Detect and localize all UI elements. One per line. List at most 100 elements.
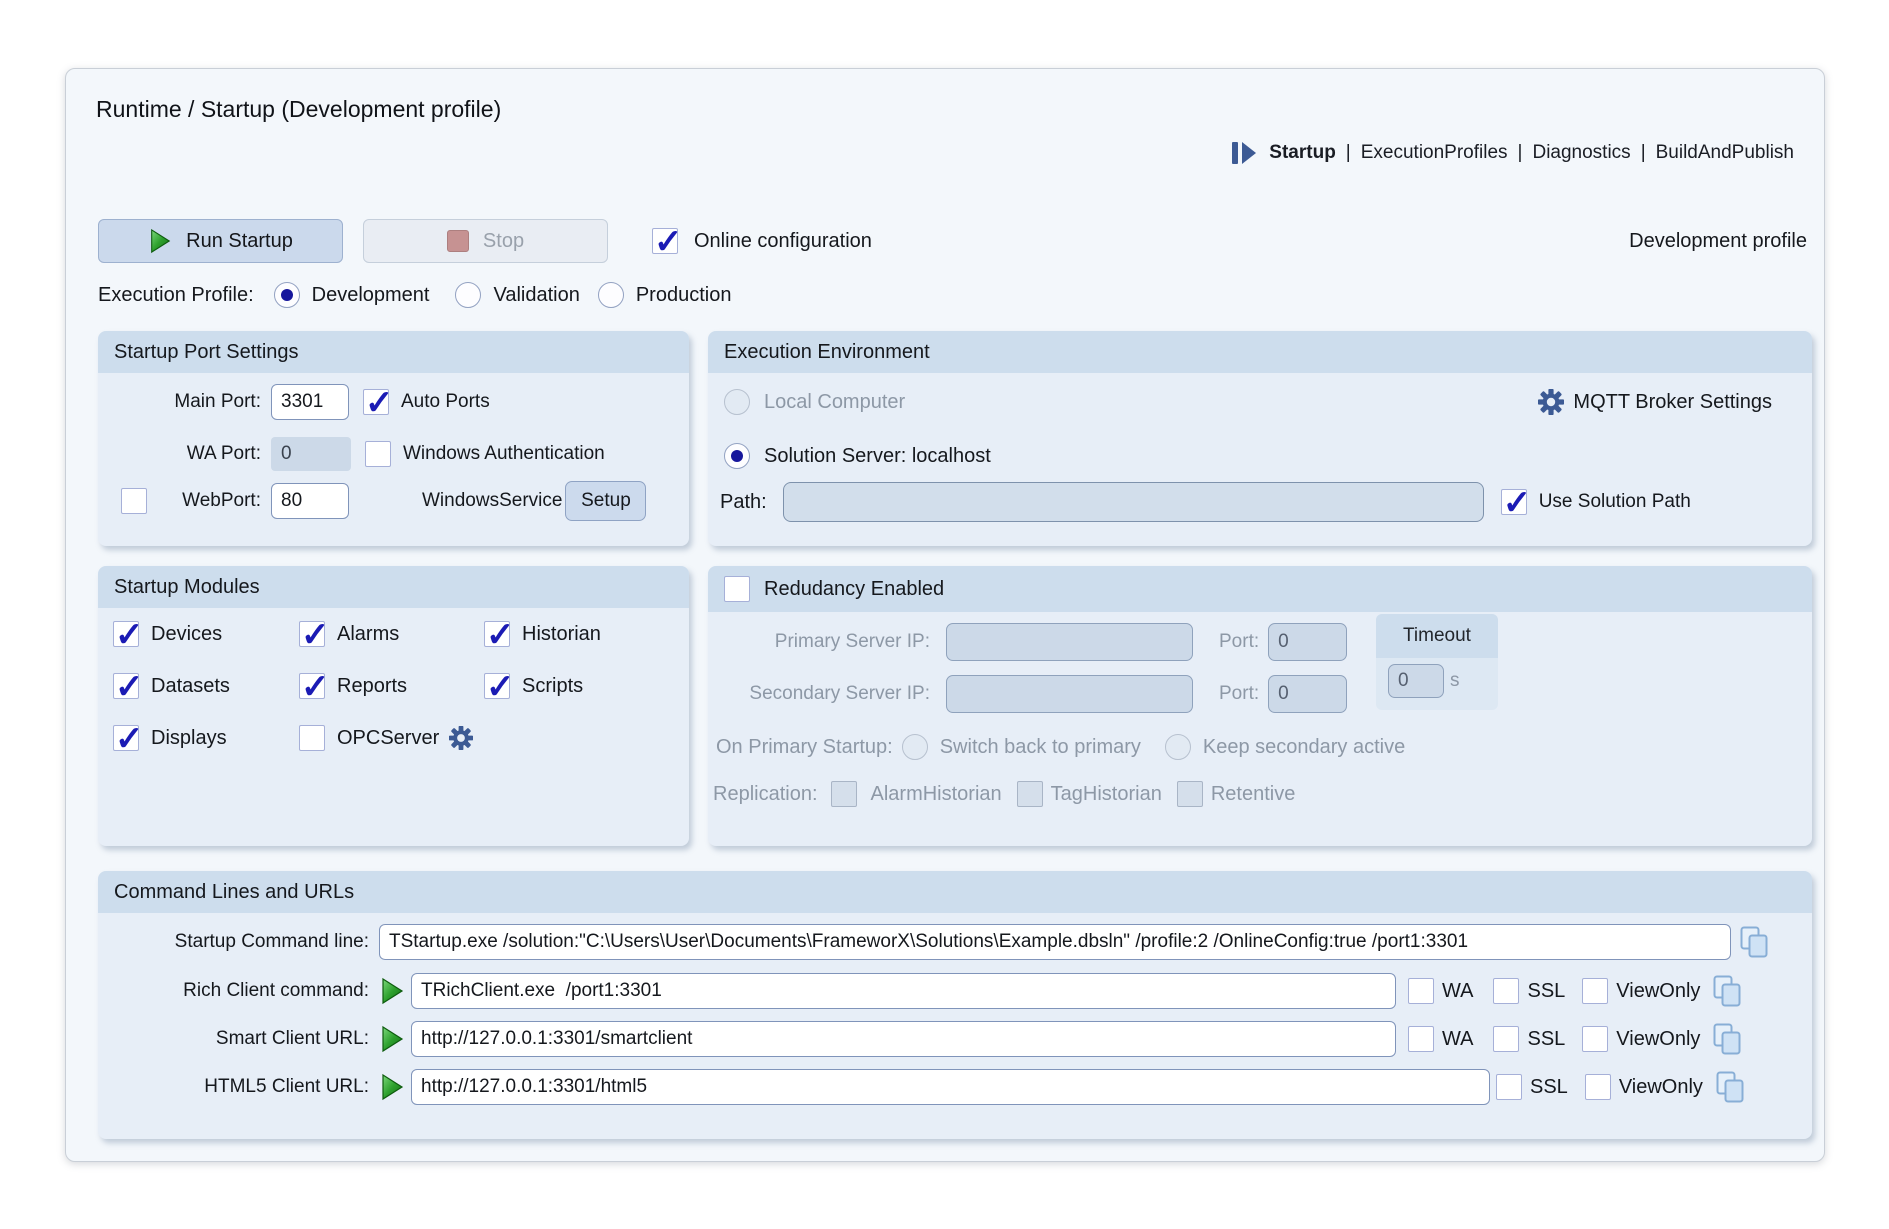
module-item: Displays — [113, 722, 227, 754]
copy-icon[interactable] — [1739, 926, 1769, 958]
secondary-server-ip-input — [946, 675, 1193, 713]
html5-client-input[interactable] — [411, 1069, 1490, 1105]
copy-icon[interactable] — [1715, 1071, 1745, 1103]
module-item: Devices — [113, 618, 222, 650]
redundancy-enabled-checkbox[interactable] — [724, 576, 750, 602]
wa-port-label: WA Port: — [98, 443, 261, 465]
toolbar: Run Startup Stop Online configuration — [98, 219, 872, 263]
taghistorian-label: TagHistorian — [1051, 783, 1162, 806]
gear-icon[interactable] — [449, 726, 473, 750]
wa-label: WA — [1442, 1028, 1473, 1051]
module-checkbox-scripts[interactable] — [484, 673, 510, 699]
primary-server-row: Primary Server IP: Port: — [708, 622, 1347, 662]
profile-option-production[interactable]: Production — [636, 284, 732, 307]
smart-client-wa-checkbox[interactable] — [1408, 1026, 1434, 1052]
module-checkbox-opcserver[interactable] — [299, 725, 325, 751]
gear-icon[interactable] — [1538, 389, 1564, 415]
module-label: OPCServer — [337, 727, 439, 750]
stop-button[interactable]: Stop — [363, 219, 608, 263]
smart-client-ssl-checkbox[interactable] — [1493, 1026, 1519, 1052]
keep-secondary-radio — [1165, 734, 1191, 760]
smart-client-viewonly-checkbox[interactable] — [1582, 1026, 1608, 1052]
html5-viewonly-checkbox[interactable] — [1585, 1074, 1611, 1100]
viewonly-label: ViewOnly — [1619, 1076, 1703, 1099]
smart-client-row: Smart Client URL: WA SSL ViewOnly — [110, 1019, 1742, 1059]
module-item: Scripts — [484, 670, 583, 702]
command-lines-title: Command Lines and URLs — [98, 871, 1812, 913]
launch-play-icon[interactable] — [379, 1025, 405, 1053]
nav-tab-startup[interactable]: Startup — [1269, 142, 1336, 164]
startup-cmd-row: Startup Command line: — [110, 922, 1769, 962]
solution-server-row: Solution Server: localhost — [724, 439, 991, 473]
profile-option-development[interactable]: Development — [312, 284, 430, 307]
nav-separator: | — [1346, 142, 1351, 164]
profile-option-validation[interactable]: Validation — [493, 284, 579, 307]
nav-tab-diagnostics[interactable]: Diagnostics — [1532, 142, 1630, 164]
check-icon — [301, 672, 330, 702]
module-label: Datasets — [151, 675, 230, 698]
profile-radio-validation[interactable] — [455, 282, 481, 308]
rich-client-input[interactable] — [411, 973, 1396, 1009]
auto-ports-checkbox[interactable] — [363, 389, 389, 415]
html5-client-label: HTML5 Client URL: — [110, 1076, 369, 1098]
module-checkbox-datasets[interactable] — [113, 673, 139, 699]
module-item: Reports — [299, 670, 407, 702]
top-nav: Startup | ExecutionProfiles | Diagnostic… — [1231, 141, 1794, 165]
use-solution-path-checkbox[interactable] — [1501, 489, 1527, 515]
rich-client-ssl-checkbox[interactable] — [1493, 978, 1519, 1004]
use-solution-path-label: Use Solution Path — [1539, 491, 1691, 513]
module-checkbox-alarms[interactable] — [299, 621, 325, 647]
ssl-label: SSL — [1530, 1076, 1568, 1099]
profile-radio-production[interactable] — [598, 282, 624, 308]
profile-radio-development[interactable] — [274, 282, 300, 308]
module-item: OPCServer — [299, 722, 473, 754]
main-port-input[interactable] — [271, 384, 349, 420]
execution-environment-panel: Execution Environment Local Computer — [708, 331, 1812, 546]
online-config-label: Online configuration — [694, 230, 872, 253]
stop-icon — [447, 230, 469, 252]
module-label: Historian — [522, 623, 601, 646]
startup-cmd-input[interactable] — [379, 924, 1731, 960]
rich-client-wa-checkbox[interactable] — [1408, 978, 1434, 1004]
run-startup-button[interactable]: Run Startup — [98, 219, 343, 263]
mqtt-broker-settings[interactable]: MQTT Broker Settings — [1538, 385, 1772, 419]
module-checkbox-devices[interactable] — [113, 621, 139, 647]
keep-secondary-label: Keep secondary active — [1203, 736, 1405, 759]
module-item: Alarms — [299, 618, 399, 650]
secondary-port-label: Port: — [1219, 683, 1259, 705]
copy-icon[interactable] — [1712, 975, 1742, 1007]
rich-client-viewonly-checkbox[interactable] — [1582, 978, 1608, 1004]
execution-profile-label: Execution Profile: — [98, 284, 254, 307]
windows-auth-checkbox[interactable] — [365, 441, 391, 467]
launch-play-icon[interactable] — [379, 1073, 405, 1101]
webport-checkbox[interactable] — [121, 488, 147, 514]
check-icon — [654, 227, 683, 257]
taghistorian-checkbox — [1017, 781, 1043, 807]
command-lines-panel: Command Lines and URLs Startup Command l… — [98, 871, 1812, 1139]
nav-tab-buildandpublish[interactable]: BuildAndPublish — [1656, 142, 1794, 164]
startup-modules-title: Startup Modules — [98, 566, 689, 608]
copy-icon[interactable] — [1712, 1023, 1742, 1055]
startup-port-settings-title: Startup Port Settings — [98, 331, 689, 373]
check-icon — [115, 620, 144, 650]
solution-server-radio[interactable] — [724, 443, 750, 469]
html5-ssl-checkbox[interactable] — [1496, 1074, 1522, 1100]
module-item: Datasets — [113, 670, 230, 702]
online-config-checkbox[interactable] — [652, 228, 678, 254]
module-checkbox-displays[interactable] — [113, 725, 139, 751]
nav-tab-executionprofiles[interactable]: ExecutionProfiles — [1361, 142, 1508, 164]
check-icon — [486, 620, 515, 650]
module-item: Historian — [484, 618, 601, 650]
webport-input[interactable] — [271, 483, 349, 519]
smart-client-input[interactable] — [411, 1021, 1396, 1057]
main-port-row: Main Port: Auto Ports — [98, 382, 689, 422]
module-label: Displays — [151, 727, 227, 750]
timeout-title: Timeout — [1376, 614, 1498, 658]
module-checkbox-reports[interactable] — [299, 673, 325, 699]
startup-modules-panel: Startup Modules Devices Alarms Historian… — [98, 566, 689, 846]
windows-service-setup-button[interactable]: Setup — [565, 481, 646, 521]
mqtt-broker-settings-label[interactable]: MQTT Broker Settings — [1573, 391, 1772, 414]
module-checkbox-historian[interactable] — [484, 621, 510, 647]
launch-play-icon[interactable] — [379, 977, 405, 1005]
rich-client-label: Rich Client command: — [110, 980, 369, 1002]
